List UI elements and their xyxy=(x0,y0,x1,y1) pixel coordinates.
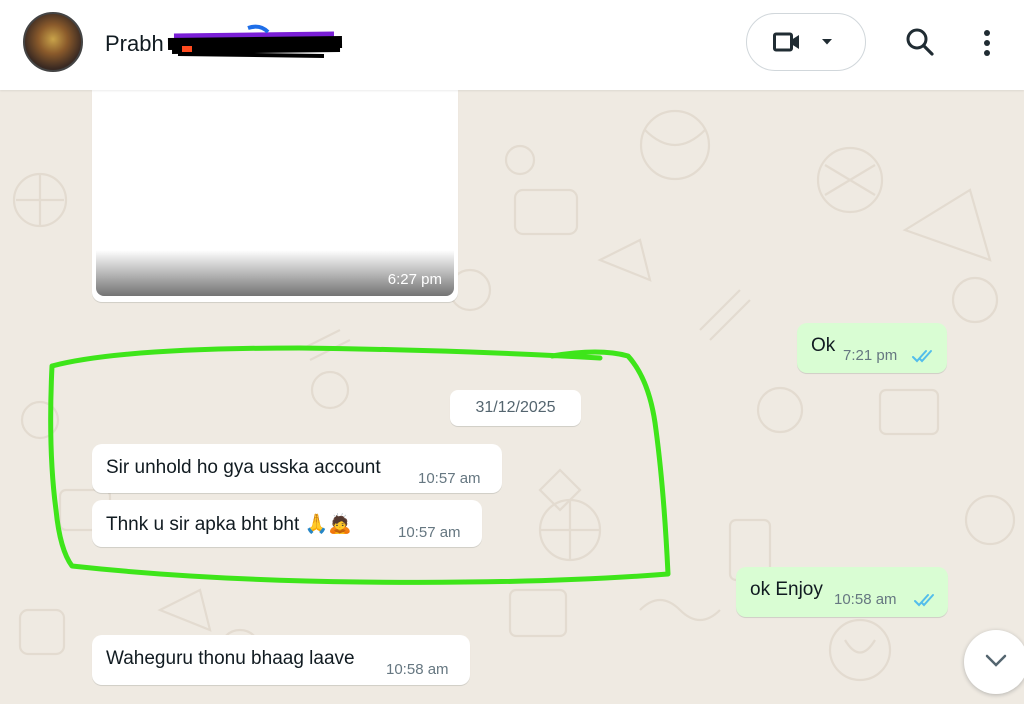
video-call-button[interactable] xyxy=(746,13,866,71)
read-receipt-icon xyxy=(912,350,932,363)
incoming-message[interactable]: Sir unhold ho gya usska account 10:57 am xyxy=(92,444,502,493)
chevron-down-icon xyxy=(985,654,1007,667)
message-text: Sir unhold ho gya usska account xyxy=(106,457,381,478)
chat-header: Prabh xyxy=(0,0,1024,90)
message-time: 10:57 am xyxy=(398,524,461,541)
incoming-message[interactable]: Waheguru thonu bhaag laave 10:58 am xyxy=(92,635,470,685)
scroll-to-bottom-button[interactable] xyxy=(964,630,1024,694)
date-separator: 31/12/2025 xyxy=(450,390,581,426)
message-text: Ok xyxy=(811,335,836,356)
message-time: 10:57 am xyxy=(418,470,481,487)
message-text: Thnk u sir apka bht bht 🙏🙇 xyxy=(106,514,352,535)
message-time: 6:27 pm xyxy=(387,271,442,288)
read-receipt-icon xyxy=(914,594,934,607)
outgoing-message-enjoy[interactable]: ok Enjoy 10:58 am xyxy=(736,567,948,617)
message-time: 7:21 pm xyxy=(843,347,898,364)
video-call-icon xyxy=(773,32,799,52)
chat-messages-area[interactable]: 6:27 pm Ok 7:21 pm 31/12/2025 Sir unhold… xyxy=(0,90,1024,704)
outgoing-message-ok[interactable]: Ok 7:21 pm xyxy=(797,323,947,373)
image-message[interactable]: 6:27 pm xyxy=(92,90,458,302)
message-time: 10:58 am xyxy=(834,591,897,608)
chevron-down-icon[interactable] xyxy=(821,38,833,46)
more-vertical-icon[interactable] xyxy=(983,29,991,57)
message-time: 10:58 am xyxy=(386,661,449,678)
message-text: ok Enjoy xyxy=(750,579,823,600)
incoming-message[interactable]: Thnk u sir apka bht bht 🙏🙇 10:57 am xyxy=(92,500,482,547)
image-preview[interactable]: 6:27 pm xyxy=(96,90,454,296)
name-redaction-scribble xyxy=(167,24,343,58)
message-text: Waheguru thonu bhaag laave xyxy=(106,648,355,669)
search-icon[interactable] xyxy=(905,27,935,57)
contact-avatar[interactable] xyxy=(23,12,83,72)
contact-name[interactable]: Prabh xyxy=(105,31,164,57)
